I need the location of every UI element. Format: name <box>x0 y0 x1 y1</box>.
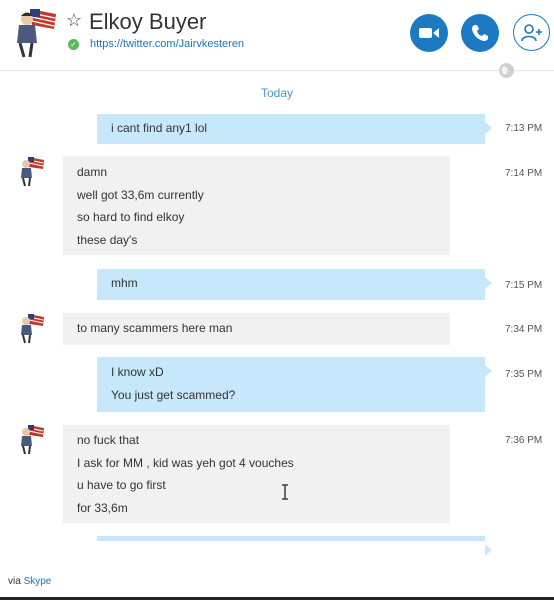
message-timestamp: 7:13 PM <box>505 123 543 134</box>
message-text: damn <box>77 165 108 179</box>
skype-link[interactable]: Skype <box>24 576 52 587</box>
conversation-header: ☆ Elkoy Buyer ✓ https://twitter.com/Jair… <box>0 0 554 71</box>
contact-name: Elkoy Buyer <box>89 9 207 34</box>
add-contact-button[interactable] <box>513 14 550 51</box>
message-text: I know xD <box>111 365 164 379</box>
message-bubble-incoming[interactable]: to many scammers here man <box>63 313 450 345</box>
contact-avatar[interactable] <box>10 5 60 59</box>
audio-call-button[interactable] <box>461 14 499 52</box>
message-text: so hard to find elkoy <box>77 210 185 224</box>
message-text: mhm <box>111 276 138 290</box>
video-call-icon <box>419 28 439 38</box>
message-bubble-incoming[interactable]: damn well got 33,6m currently so hard to… <box>63 156 450 255</box>
via-skype-footer: via Skype <box>8 576 51 587</box>
message-text: You just get scammed? <box>111 387 236 402</box>
phone-call-icon <box>472 25 488 41</box>
favorite-star-icon[interactable]: ☆ <box>66 10 82 30</box>
message-timestamp: 7:15 PM <box>505 280 543 291</box>
message-bubble-incoming[interactable]: no fuck that I ask for MM , kid was yeh … <box>63 425 450 523</box>
message-timestamp: 7:14 PM <box>505 168 543 179</box>
message-bubble-outgoing[interactable]: mhm <box>97 269 492 300</box>
message-bubble-outgoing-partial[interactable] <box>97 536 492 556</box>
day-separator: Today <box>260 86 294 100</box>
message-text: i cant find any1 lol <box>111 121 208 135</box>
globe-icon <box>499 63 514 78</box>
footer-via-text: via <box>8 576 21 587</box>
message-text: I ask for MM , kid was yeh got 4 vouches <box>77 455 294 470</box>
message-text: u have to go first <box>77 478 166 492</box>
message-text: these day's <box>77 232 138 247</box>
add-contact-icon <box>520 23 542 41</box>
status-check-icon: ✓ <box>68 39 79 50</box>
video-call-button[interactable] <box>410 14 448 52</box>
message-text: well got 33,6m currently <box>77 187 204 202</box>
message-timestamp: 7:34 PM <box>505 324 543 335</box>
message-timestamp: 7:36 PM <box>505 435 543 446</box>
profile-link[interactable]: https://twitter.com/Jairvkesteren <box>90 37 244 52</box>
message-timestamp: 7:35 PM <box>505 369 543 380</box>
message-text: for 33,6m <box>77 500 128 515</box>
message-bubble-outgoing[interactable]: i cant find any1 lol <box>97 114 492 144</box>
message-text: no fuck that <box>77 433 140 447</box>
sender-avatar[interactable] <box>17 155 45 187</box>
text-cursor-icon <box>282 484 288 500</box>
message-text: to many scammers here man <box>77 321 233 335</box>
sender-avatar[interactable] <box>17 312 45 344</box>
sender-avatar[interactable] <box>17 423 45 455</box>
message-bubble-outgoing[interactable]: I know xD You just get scammed? <box>97 357 492 412</box>
